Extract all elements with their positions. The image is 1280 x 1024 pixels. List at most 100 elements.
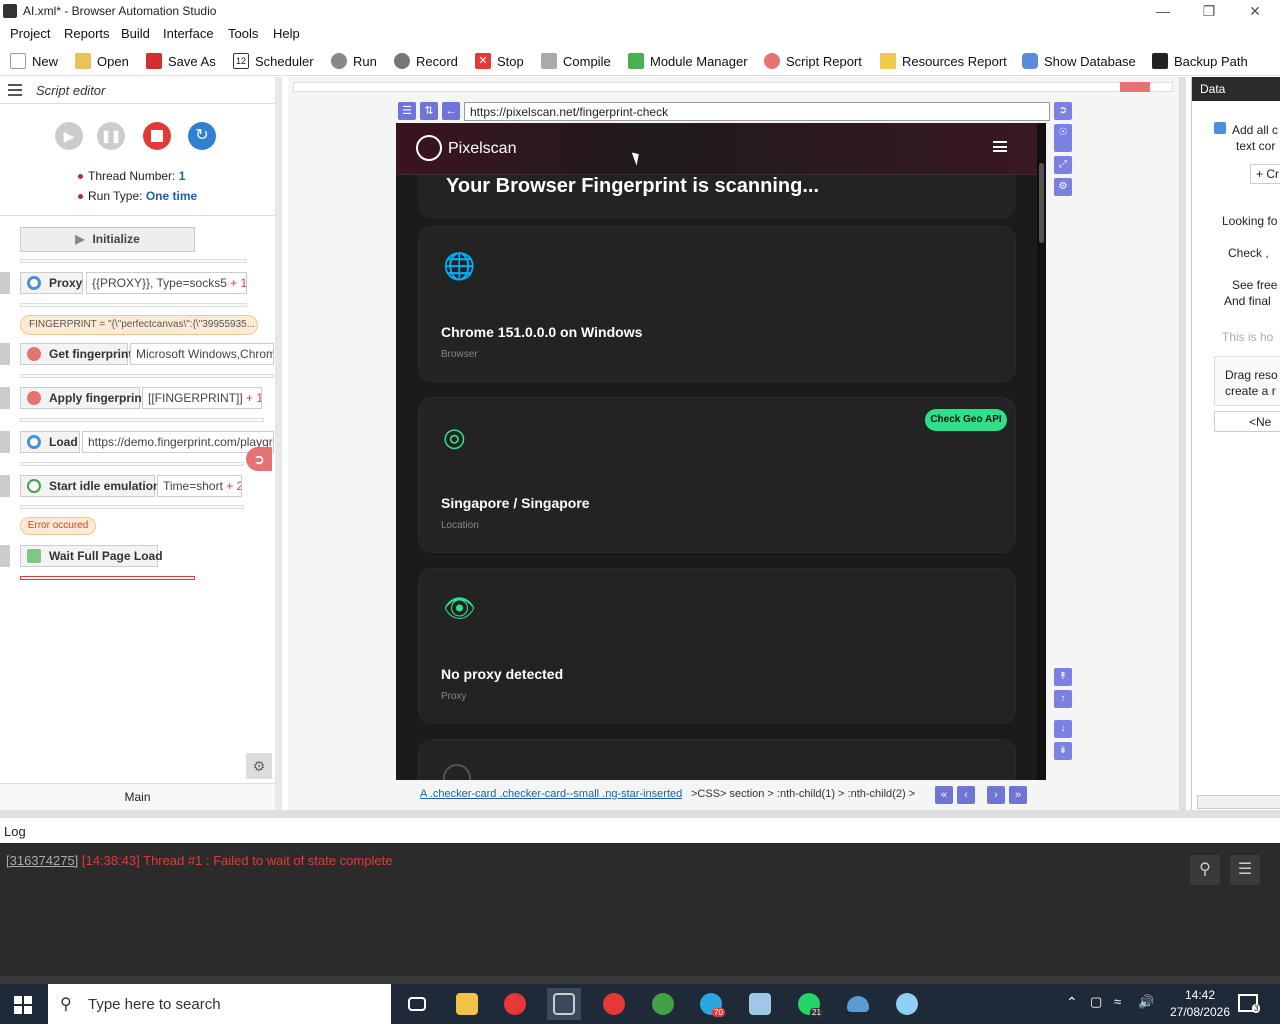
chrome-profile-2-icon[interactable] bbox=[646, 988, 680, 1020]
debug-bug-icon[interactable]: ⚙ bbox=[246, 753, 272, 779]
drag-handle[interactable] bbox=[0, 475, 10, 497]
paint-app-icon[interactable] bbox=[890, 988, 924, 1020]
action-get-fingerprint-params[interactable]: Microsoft Windows,Chrome bbox=[130, 343, 274, 365]
chrome-icon[interactable] bbox=[498, 988, 532, 1020]
browser-card[interactable]: 🌐 Chrome 151.0.0.0 on Windows Browser bbox=[418, 226, 1016, 382]
selector-next-icon[interactable]: › bbox=[987, 786, 1005, 804]
open-button[interactable]: Open bbox=[75, 51, 129, 71]
menu-build[interactable]: Build bbox=[121, 26, 150, 41]
cloud-icon[interactable] bbox=[841, 988, 875, 1020]
backup-path-button[interactable]: Backup Path bbox=[1152, 51, 1248, 71]
scroll-top-icon[interactable]: ↟ bbox=[1054, 668, 1072, 686]
fullscreen-icon[interactable]: ⤢ bbox=[1054, 156, 1072, 174]
scrollbar-thumb[interactable] bbox=[1039, 163, 1044, 243]
notes-app-icon[interactable] bbox=[743, 988, 777, 1020]
site-menu-icon[interactable] bbox=[993, 141, 1007, 152]
script-report-button[interactable]: Script Report bbox=[764, 51, 862, 71]
log-search-icon[interactable]: ⚲ bbox=[1190, 855, 1220, 885]
resources-report-button[interactable]: Resources Report bbox=[880, 51, 1007, 71]
meet-now-icon[interactable]: ▢ bbox=[1090, 994, 1102, 1010]
next-card[interactable] bbox=[418, 739, 1016, 780]
drag-handle[interactable] bbox=[0, 431, 10, 453]
chevron-up-icon[interactable]: ⌃ bbox=[1066, 994, 1078, 1011]
action-start-idle-emulation-params[interactable]: Time=short + 2 bbox=[157, 475, 242, 497]
browser-route-icon[interactable]: ⇅ bbox=[420, 102, 438, 120]
menu-help[interactable]: Help bbox=[273, 26, 300, 41]
selector-first-icon[interactable]: « bbox=[935, 786, 953, 804]
action-apply-fingerprint-params[interactable]: [[FINGERPRINT]] + 1 bbox=[142, 387, 262, 409]
stop-control-button[interactable] bbox=[143, 122, 171, 150]
module-manager-button[interactable]: Module Manager bbox=[628, 51, 748, 71]
run-button[interactable]: Run bbox=[331, 51, 377, 71]
menu-project[interactable]: Project bbox=[10, 26, 50, 41]
action-start-idle-emulation[interactable]: Start idle emulation bbox=[20, 475, 160, 497]
network-icon[interactable]: ≈ bbox=[1114, 994, 1121, 1009]
exit-arrow-icon[interactable]: ➲ bbox=[246, 447, 272, 471]
whatsapp-icon[interactable]: 21 bbox=[792, 988, 826, 1020]
drag-resource-area[interactable]: Drag reso create a r bbox=[1214, 356, 1280, 406]
restore-button[interactable]: ❐ bbox=[1186, 0, 1232, 23]
create-resource-button[interactable]: + Cr bbox=[1250, 164, 1280, 184]
play-control-button[interactable]: ▶ bbox=[55, 122, 83, 150]
action-proxy-params[interactable]: {{PROXY}}, Type=socks5 + 1 bbox=[86, 272, 247, 294]
action-load[interactable]: Load bbox=[20, 431, 80, 453]
action-get-fingerprint[interactable]: Get fingerprint bbox=[20, 343, 132, 365]
scroll-up-icon[interactable]: ↑ bbox=[1054, 690, 1072, 708]
drag-handle[interactable] bbox=[0, 387, 10, 409]
wifi-location-icon[interactable]: ☉ bbox=[1054, 124, 1072, 152]
action-load-params[interactable]: https://demo.fingerprint.com/playgro bbox=[82, 431, 274, 453]
record-button[interactable]: Record bbox=[394, 51, 458, 71]
settings-gear-icon[interactable]: ⚙ bbox=[1054, 178, 1072, 196]
new-button[interactable]: New bbox=[10, 51, 58, 71]
clock-date[interactable]: 27/08/2026 bbox=[1160, 1005, 1240, 1019]
file-explorer-icon[interactable] bbox=[450, 988, 484, 1020]
compile-button[interactable]: Compile bbox=[541, 51, 611, 71]
volume-icon[interactable]: 🔊 bbox=[1138, 994, 1154, 1010]
log-id[interactable]: [316374275] bbox=[6, 853, 78, 868]
drag-handle[interactable] bbox=[0, 272, 10, 294]
chrome-profile-icon[interactable] bbox=[597, 988, 631, 1020]
minimize-button[interactable]: — bbox=[1140, 0, 1186, 23]
stop-button[interactable]: ✕ Stop bbox=[475, 51, 524, 71]
browser-menu-icon[interactable]: ☰ bbox=[398, 102, 416, 120]
menu-reports[interactable]: Reports bbox=[64, 26, 110, 41]
selector-last-icon[interactable]: » bbox=[1009, 786, 1027, 804]
run-type-value[interactable]: One time bbox=[146, 189, 197, 203]
variable-tag[interactable]: FINGERPRINT = "{\"perfectcanvas\":{\"399… bbox=[20, 315, 258, 335]
scroll-bottom-icon[interactable]: ↡ bbox=[1054, 742, 1072, 760]
browser-back-icon[interactable]: ← bbox=[442, 102, 460, 120]
pause-control-button[interactable]: ❚❚ bbox=[97, 122, 125, 150]
task-view-icon[interactable] bbox=[400, 988, 434, 1020]
hamburger-icon[interactable] bbox=[8, 84, 22, 96]
drag-handle[interactable] bbox=[0, 545, 10, 567]
close-button[interactable]: ✕ bbox=[1232, 0, 1278, 23]
page-scrollbar[interactable] bbox=[1037, 123, 1046, 780]
windows-start-icon[interactable] bbox=[14, 996, 32, 1014]
restart-control-button[interactable]: ↻ bbox=[188, 122, 216, 150]
scheduler-button[interactable]: 12 Scheduler bbox=[233, 51, 314, 71]
show-database-button[interactable]: Show Database bbox=[1022, 51, 1136, 71]
clock-time[interactable]: 14:42 bbox=[1170, 988, 1230, 1002]
action-proxy[interactable]: Proxy bbox=[20, 272, 83, 294]
new-resource-button[interactable]: <Ne bbox=[1214, 411, 1280, 432]
drag-handle[interactable] bbox=[0, 343, 10, 365]
scroll-down-icon[interactable]: ↓ bbox=[1054, 720, 1072, 738]
initialize-block[interactable]: ▶ Initialize bbox=[20, 227, 195, 252]
save-as-button[interactable]: Save As bbox=[146, 51, 216, 71]
bas-app-icon[interactable] bbox=[547, 988, 581, 1020]
telegram-icon[interactable]: 70 bbox=[694, 988, 728, 1020]
proxy-card[interactable]: 👁 No proxy detected Proxy bbox=[418, 568, 1016, 724]
site-brand[interactable]: Pixelscan bbox=[448, 140, 516, 158]
action-wait-full-page-load[interactable]: Wait Full Page Load bbox=[20, 545, 163, 567]
action-apply-fingerprint[interactable]: Apply fingerprint bbox=[20, 387, 146, 409]
log-menu-icon[interactable]: ☰ bbox=[1230, 855, 1260, 885]
notification-icon[interactable]: 3 bbox=[1238, 994, 1261, 1013]
location-card[interactable]: ◎ Check Geo API Singapore / Singapore Lo… bbox=[418, 397, 1016, 553]
log-splitter[interactable] bbox=[0, 810, 1280, 818]
check-geo-api-button[interactable]: Check Geo API bbox=[925, 409, 1007, 431]
selector-prev-icon[interactable]: ‹ bbox=[957, 786, 975, 804]
menu-interface[interactable]: Interface bbox=[163, 26, 214, 41]
horizontal-scrollbar[interactable] bbox=[1197, 795, 1280, 809]
url-input[interactable]: https://pixelscan.net/fingerprint-check bbox=[464, 102, 1050, 121]
element-selector-link[interactable]: A .checker-card .checker-card--small .ng… bbox=[420, 788, 682, 800]
